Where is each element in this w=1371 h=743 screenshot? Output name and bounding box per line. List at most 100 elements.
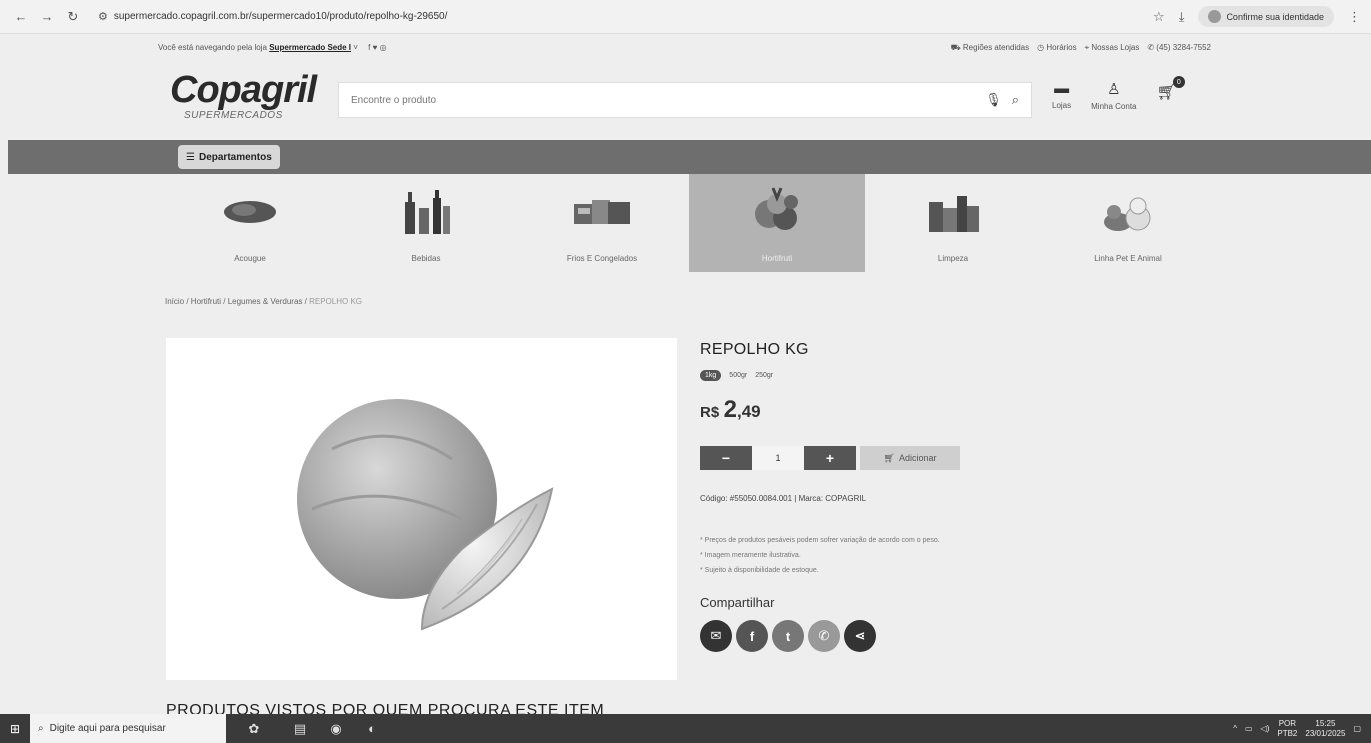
avatar (1208, 10, 1222, 23)
notification-icon[interactable]: ▢ (1353, 724, 1361, 733)
browser-toolbar: ← → ↻ ⚙ supermercado.copagril.com.br/sup… (0, 0, 1371, 34)
decrease-button[interactable]: − (700, 446, 752, 470)
quantity-stepper: − 1 + 🛒︎ Adicionar (700, 446, 960, 470)
price-decimal: ,49 (737, 402, 761, 421)
keyboard-layout: PTB2 (1277, 728, 1298, 738)
phone-link[interactable]: ✆ (45) 3284-7552 (1147, 43, 1211, 53)
system-tray: ^ ▭ ◁) POR PTB2 15:25 23/01/2025 ▢ (1233, 714, 1361, 743)
size-option-1kg[interactable]: 1kg (700, 370, 722, 381)
back-icon[interactable]: ← (10, 6, 32, 28)
taskbar-search[interactable]: ⌕ Digite aqui para pesquisar (30, 714, 226, 743)
user-icon: ♙ (1107, 81, 1121, 98)
language-indicator[interactable]: POR PTB2 (1277, 719, 1297, 739)
info-strip: Você está navegando pela loja Supermerca… (158, 43, 1211, 53)
stores-link[interactable]: ⌖ Nossas Lojas (1085, 43, 1140, 53)
account-button-label: Minha Conta (1091, 102, 1137, 111)
cleaning-icon (921, 188, 985, 236)
size-options: 1kg 500gr 250gr (700, 370, 773, 381)
taskbar-search-placeholder: Digite aqui para pesquisar (49, 723, 166, 734)
category-label: Bebidas (411, 254, 441, 263)
cart-button[interactable]: 🛒︎ 0 (1156, 76, 1185, 111)
reload-icon[interactable]: ↻ (62, 6, 84, 28)
category-carousel: Acougue Bebidas Frios E Congelados Horti… (0, 174, 1371, 272)
account-button[interactable]: ♙ Minha Conta (1091, 80, 1136, 111)
size-option-500gr[interactable]: 500gr (729, 372, 747, 379)
search-icon[interactable]: ⌕ (1012, 92, 1019, 108)
meat-icon (218, 188, 282, 236)
bookmark-star-icon[interactable]: ☆ (1153, 9, 1165, 25)
store-selector[interactable]: Supermercado Sede I (269, 43, 351, 52)
category-hortifruti[interactable]: Hortifruti (689, 174, 865, 272)
lang-code: POR (1278, 718, 1297, 728)
category-pet[interactable]: Linha Pet E Animal (1040, 174, 1216, 272)
microphone-icon[interactable]: 🎙 (985, 92, 1002, 108)
app-icon[interactable]: ◐ (354, 714, 390, 743)
cart-count-badge: 0 (1172, 76, 1185, 88)
stores-button[interactable]: ▬ Lojas (1052, 80, 1071, 111)
stores-label: Nossas Lojas (1091, 43, 1140, 52)
twitter-share-icon[interactable]: t (772, 620, 804, 652)
product-image (166, 338, 677, 680)
social-icons[interactable]: f ♥ ◎ (368, 43, 386, 52)
clock-date: 23/01/2025 (1305, 728, 1346, 738)
forward-icon[interactable]: → (36, 6, 58, 28)
whatsapp-share-icon[interactable]: ✆ (808, 620, 840, 652)
windows-taskbar: ⊞ ⌕ Digite aqui para pesquisar ✿ ▤ ◉ ◐ ^… (0, 714, 1371, 743)
news-widget-icon[interactable]: ✿ (226, 714, 282, 743)
regions-label: Regiões atendidas (962, 43, 1030, 52)
share-icon[interactable]: ⋖ (844, 620, 876, 652)
bottles-icon (394, 188, 458, 236)
breadcrumb-current: REPOLHO KG (309, 297, 362, 306)
email-share-icon[interactable]: ✉ (700, 620, 732, 652)
phone-label: (45) 3284-7552 (1156, 43, 1211, 52)
stores-button-label: Lojas (1052, 101, 1072, 110)
site-info-icon[interactable]: ⚙ (98, 10, 108, 23)
volume-icon[interactable]: ◁) (1261, 724, 1270, 733)
logo-subtitle: SUPERMERCADOS (184, 110, 283, 121)
breadcrumb-hortifruti[interactable]: Hortifruti (191, 297, 221, 306)
departments-button[interactable]: ☰ Departamentos (178, 145, 280, 169)
search-icon: ⌕ (38, 723, 44, 734)
store-icon: ▬ (1054, 80, 1070, 97)
identity-button[interactable]: Confirme sua identidade (1198, 6, 1334, 27)
address-bar[interactable]: supermercado.copagril.com.br/supermercad… (114, 11, 1153, 22)
share-buttons: ✉ f t ✆ ⋖ (700, 620, 876, 652)
clock[interactable]: 15:25 23/01/2025 (1305, 719, 1345, 739)
logo[interactable]: Copagril SUPERMERCADOS (170, 69, 317, 121)
hours-link[interactable]: ◷ Horários (1037, 43, 1076, 53)
file-explorer-icon[interactable]: ▤ (282, 714, 318, 743)
category-limpeza[interactable]: Limpeza (865, 174, 1041, 272)
menu-kebab-icon[interactable]: ⋮ (1348, 9, 1361, 25)
logo-text: Copagril (170, 69, 317, 111)
chrome-icon[interactable]: ◉ (318, 714, 354, 743)
category-frios[interactable]: Frios E Congelados (514, 174, 690, 272)
increase-button[interactable]: + (804, 446, 856, 470)
frozen-icon (570, 188, 634, 236)
regions-link[interactable]: ⛟ Regiões atendidas (951, 43, 1030, 53)
store-prefix: Você está navegando pela loja (158, 43, 267, 52)
share-title: Compartilhar (700, 595, 775, 610)
windows-start-icon[interactable]: ⊞ (0, 714, 30, 743)
cart-icon: 🛒︎ (883, 452, 895, 463)
product-price: R$ 2,49 (700, 396, 761, 424)
add-to-cart-button[interactable]: 🛒︎ Adicionar (860, 446, 960, 470)
add-to-cart-label: Adicionar (898, 453, 937, 463)
search-input[interactable] (351, 94, 976, 106)
pets-icon (1096, 188, 1160, 236)
category-label: Hortifruti (761, 254, 793, 263)
network-icon[interactable]: ▭ (1245, 724, 1253, 733)
breadcrumb: Início / Hortifruti / Legumes & Verduras… (165, 297, 362, 306)
breadcrumb-legumes[interactable]: Legumes & Verduras (228, 297, 303, 306)
breadcrumb-home[interactable]: Início (165, 297, 184, 306)
category-label: Acougue (234, 254, 266, 263)
size-option-250gr[interactable]: 250gr (755, 372, 773, 379)
site-header: Copagril SUPERMERCADOS 🎙 ⌕ ▬ Lojas ♙ Min… (0, 62, 1371, 140)
category-bebidas[interactable]: Bebidas (338, 174, 514, 272)
clock-time: 15:25 (1315, 718, 1336, 728)
facebook-share-icon[interactable]: f (736, 620, 768, 652)
chevron-up-icon[interactable]: ^ (1233, 724, 1237, 733)
category-acougue[interactable]: Acougue (162, 174, 338, 272)
download-icon[interactable]: ⤓ (1179, 9, 1185, 25)
cart-icon: 🛒︎ (1156, 84, 1177, 101)
quantity-value[interactable]: 1 (752, 446, 804, 470)
